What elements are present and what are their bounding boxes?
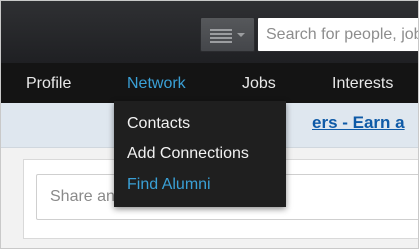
top-bar bbox=[1, 1, 418, 63]
search-input[interactable] bbox=[258, 18, 418, 51]
nav-item-interests[interactable]: Interests bbox=[332, 75, 393, 93]
dropdown-item-contacts[interactable]: Contacts bbox=[127, 115, 190, 133]
search-box[interactable] bbox=[257, 17, 418, 52]
lines-icon bbox=[210, 29, 232, 43]
main-nav: Profile Network Jobs Interests bbox=[1, 63, 418, 103]
network-dropdown: Contacts Add Connections Find Alumni bbox=[114, 101, 286, 207]
promo-link[interactable]: ers - Earn a bbox=[312, 113, 405, 133]
dropdown-item-add-connections[interactable]: Add Connections bbox=[127, 145, 249, 163]
dropdown-item-find-alumni[interactable]: Find Alumni bbox=[127, 176, 211, 194]
nav-item-profile[interactable]: Profile bbox=[26, 75, 71, 93]
nav-item-network[interactable]: Network bbox=[127, 75, 186, 93]
app-window: Profile Network Jobs Interests ers - Ear… bbox=[0, 0, 419, 249]
nav-item-jobs[interactable]: Jobs bbox=[242, 75, 276, 93]
search-category-button[interactable] bbox=[200, 17, 255, 52]
chevron-down-icon bbox=[237, 33, 245, 37]
